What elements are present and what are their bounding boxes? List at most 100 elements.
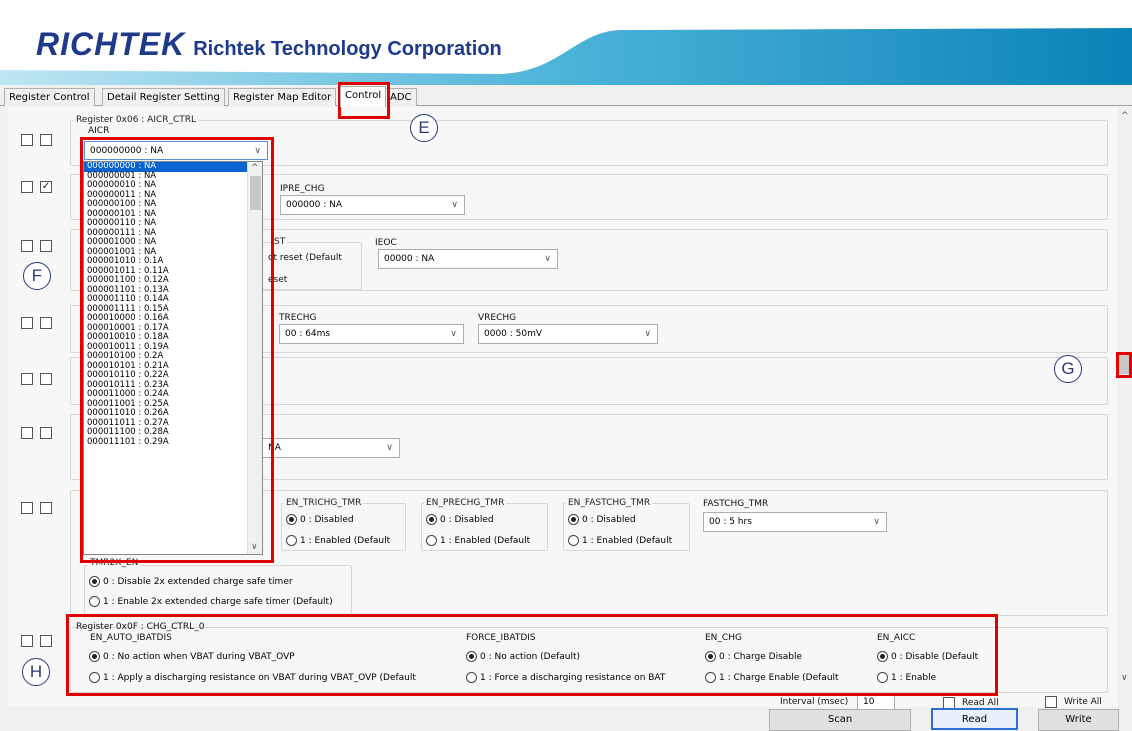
radio-icon <box>705 672 716 683</box>
row-checkbox-b[interactable] <box>40 427 52 439</box>
marker-h: H <box>22 658 50 686</box>
chevron-down-icon: ∨ <box>644 329 651 339</box>
radio-icon <box>877 672 888 683</box>
header-swoosh <box>0 28 1132 85</box>
scroll-up-icon[interactable]: ^ <box>251 163 259 173</box>
app-header: RICHTEK Richtek Technology Corporation <box>0 0 1132 85</box>
aicr-dropdown-list[interactable]: 000000000 : NA 000000001 : NA 000000010 : … <box>83 161 263 555</box>
main-scroll-thumb[interactable] <box>1119 352 1132 374</box>
row-checkbox-a[interactable] <box>21 427 33 439</box>
force-ibatdis-option-0[interactable]: 0 : No action (Default) <box>466 651 580 662</box>
en-prechg-tmr-option-0[interactable]: 0 : Disabled <box>426 514 494 525</box>
radio-icon <box>426 535 437 546</box>
en-prechg-tmr-label: EN_PRECHG_TMR <box>424 498 507 508</box>
trechg-label: TRECHG <box>279 313 317 323</box>
write-all-checkbox[interactable] <box>1045 696 1057 708</box>
fastchg-tmr-select[interactable]: 00 : 5 hrs ∨ <box>703 512 887 532</box>
aicr-select[interactable]: 000000000 : NA ∨ <box>84 141 268 160</box>
register-0f-title: Register 0x0F : CHG_CTRL_0 <box>76 622 205 632</box>
aicr-option[interactable]: 000011101 : 0.29A <box>84 437 262 448</box>
register-06-title: Register 0x06 : AICR_CTRL <box>74 115 199 125</box>
en-fastchg-tmr-option-0[interactable]: 0 : Disabled <box>568 514 636 525</box>
row-checkbox-b[interactable] <box>40 502 52 514</box>
tmr2x-en-group <box>84 565 352 615</box>
row-checkbox-a[interactable] <box>21 635 33 647</box>
tab-detail-register-setting[interactable]: Detail Register Setting <box>102 88 225 106</box>
row-checkbox-b[interactable] <box>40 240 52 252</box>
row-checkbox-a[interactable] <box>21 317 33 329</box>
marker-e: E <box>410 114 438 142</box>
tab-adc[interactable]: ADC <box>385 88 417 106</box>
row-checkbox-a[interactable] <box>21 373 33 385</box>
radio-label: 0 : Disabled <box>582 514 636 525</box>
row-checkbox-a[interactable] <box>21 134 33 146</box>
radio-icon <box>89 576 100 587</box>
en-prechg-tmr-option-1[interactable]: 1 : Enabled (Default <box>426 535 530 546</box>
chevron-down-icon: ∨ <box>451 200 458 210</box>
ipre-chg-select[interactable]: 000000 : NA ∨ <box>280 195 465 215</box>
scroll-down-icon[interactable]: ∨ <box>1121 673 1128 683</box>
aicr-selected-value: 000000000 : NA <box>90 146 164 156</box>
interval-input[interactable]: 10 <box>857 694 895 710</box>
en-chg-option-0[interactable]: 0 : Charge Disable <box>705 651 802 662</box>
chevron-down-icon: ∨ <box>544 254 551 264</box>
ipre-chg-label: IPRE_CHG <box>280 184 325 194</box>
row-checkbox-b[interactable]: ✓ <box>40 181 52 193</box>
main-scrollbar[interactable]: ^ ∨ <box>1118 107 1132 693</box>
scan-button[interactable]: Scan <box>769 709 911 731</box>
row-checkbox-b[interactable] <box>40 134 52 146</box>
force-ibatdis-option-1[interactable]: 1 : Force a discharging resistance on BA… <box>466 672 665 683</box>
rst-option-0[interactable]: ot reset (Default <box>268 253 342 263</box>
scroll-up-icon[interactable]: ^ <box>1121 111 1129 121</box>
en-auto-ibatdis-option-1[interactable]: 1 : Apply a discharging resistance on VB… <box>89 672 416 683</box>
radio-label: 1 : Enable <box>891 672 937 683</box>
row-checkbox-b[interactable] <box>40 635 52 647</box>
row-checkbox-b[interactable] <box>40 317 52 329</box>
trechg-value: 00 : 64ms <box>285 329 331 339</box>
read-button[interactable]: Read <box>931 708 1018 730</box>
en-auto-ibatdis-option-0[interactable]: 0 : No action when VBAT during VBAT_OVP <box>89 651 295 662</box>
radio-label: 1 : Apply a discharging resistance on VB… <box>103 672 416 683</box>
tab-control[interactable]: Control <box>340 86 387 107</box>
en-chg-label: EN_CHG <box>705 633 742 643</box>
ieoc-select[interactable]: 00000 : NA ∨ <box>378 249 558 269</box>
tmr2x-en-option-1[interactable]: 1 : Enable 2x extended charge safe timer… <box>89 596 333 607</box>
radio-icon <box>466 672 477 683</box>
write-button[interactable]: Write <box>1038 709 1119 731</box>
radio-icon <box>705 651 716 662</box>
rst-option-1[interactable]: eset <box>268 275 287 285</box>
ieoc-value: 00000 : NA <box>384 254 435 264</box>
en-fastchg-tmr-option-1[interactable]: 1 : Enabled (Default <box>568 535 672 546</box>
en-trichg-tmr-option-0[interactable]: 0 : Disabled <box>286 514 354 525</box>
dropdown-scroll-thumb[interactable] <box>250 176 261 210</box>
trechg-select[interactable]: 00 : 64ms ∨ <box>279 324 464 344</box>
fastchg-tmr-value: 00 : 5 hrs <box>709 517 752 527</box>
en-auto-ibatdis-label: EN_AUTO_IBATDIS <box>90 633 172 643</box>
tab-register-map-editor[interactable]: Register Map Editor <box>228 88 337 106</box>
en-trichg-tmr-option-1[interactable]: 1 : Enabled (Default <box>286 535 390 546</box>
force-ibatdis-label: FORCE_IBATDIS <box>466 633 536 643</box>
dropdown-scrollbar[interactable]: ^ ∨ <box>247 162 262 554</box>
radio-label: 1 : Charge Enable (Default <box>719 672 839 683</box>
en-chg-option-1[interactable]: 1 : Charge Enable (Default <box>705 672 839 683</box>
radio-label: 0 : No action (Default) <box>480 651 581 662</box>
radio-label: 0 : Disabled <box>440 514 494 525</box>
chevron-down-icon: ∨ <box>873 517 880 527</box>
partial-select-value: NA <box>268 443 281 453</box>
en-aicc-option-1[interactable]: 1 : Enable <box>877 672 936 683</box>
en-aicc-option-0[interactable]: 0 : Disable (Default <box>877 651 978 662</box>
row-checkbox-b[interactable] <box>40 373 52 385</box>
radio-label: 1 : Enable 2x extended charge safe timer… <box>103 596 333 607</box>
row-checkbox-a[interactable] <box>21 181 33 193</box>
radio-label: 1 : Enabled (Default <box>440 535 531 546</box>
scroll-down-icon[interactable]: ∨ <box>251 542 258 552</box>
marker-f: F <box>23 262 51 290</box>
radio-icon <box>466 651 477 662</box>
tmr2x-en-option-0[interactable]: 0 : Disable 2x extended charge safe time… <box>89 576 293 587</box>
tab-register-control[interactable]: Register Control <box>4 88 95 106</box>
fastchg-tmr-label: FASTCHG_TMR <box>703 499 769 509</box>
row-checkbox-a[interactable] <box>21 240 33 252</box>
partial-select[interactable]: NA ∨ <box>262 438 400 458</box>
row-checkbox-a[interactable] <box>21 502 33 514</box>
vrechg-select[interactable]: 0000 : 50mV ∨ <box>478 324 658 344</box>
